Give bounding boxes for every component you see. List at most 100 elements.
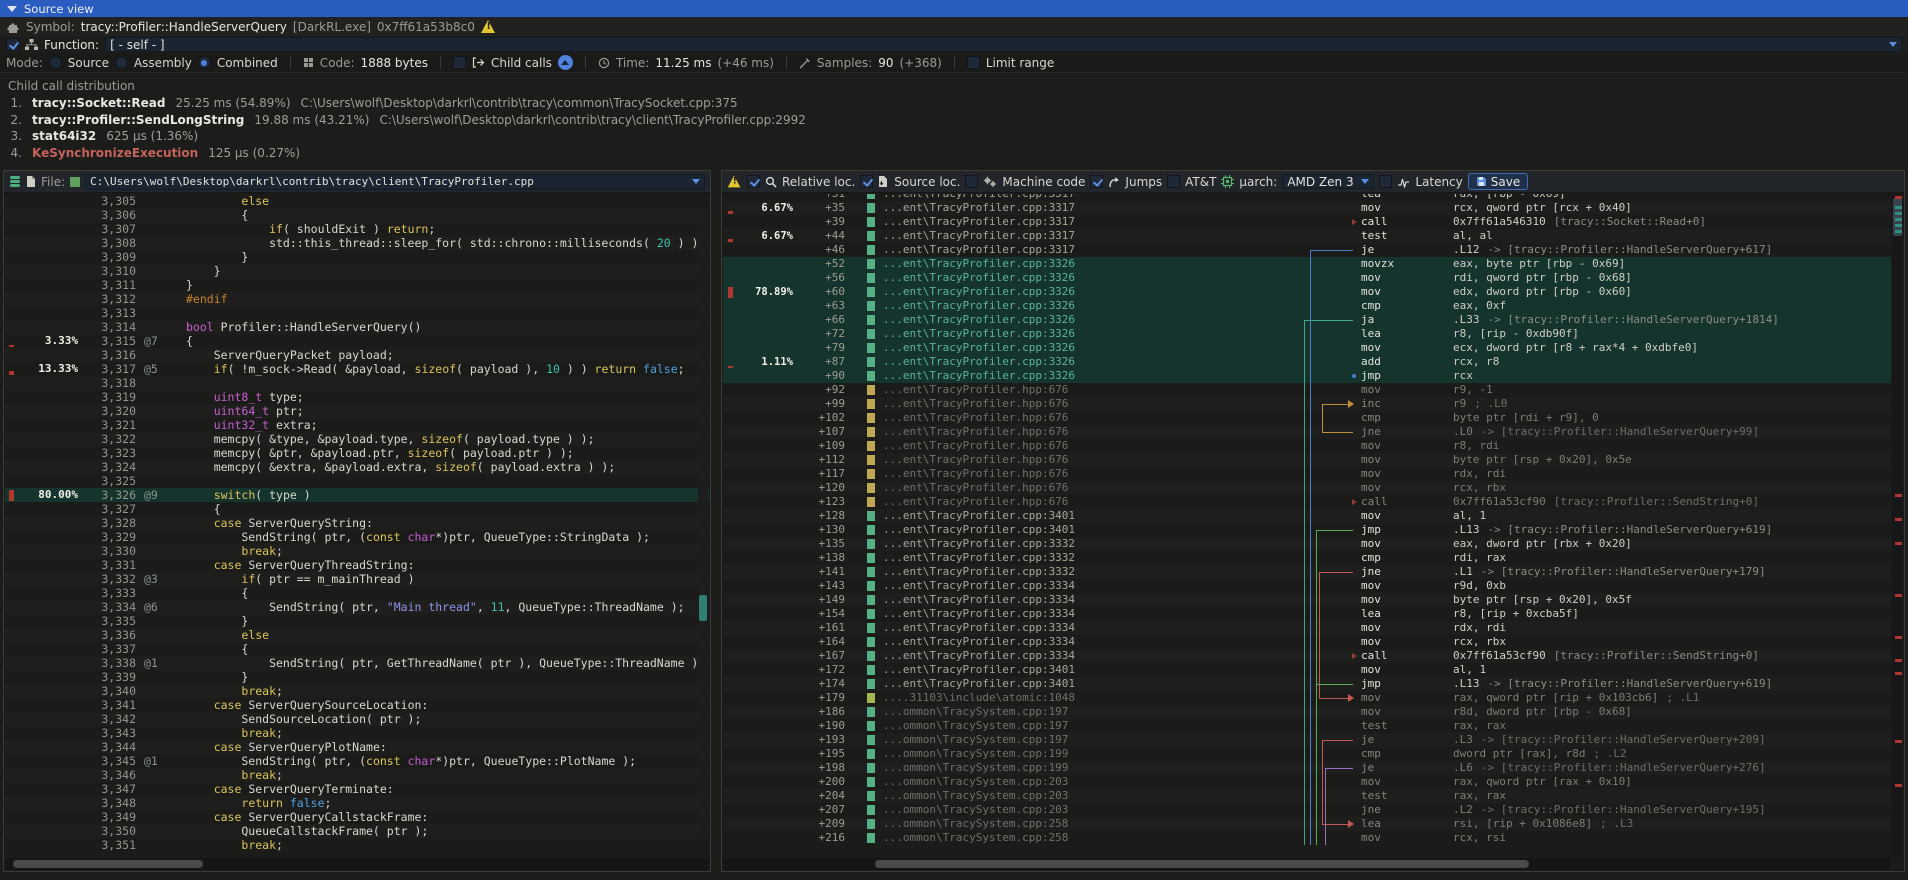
assembly-row[interactable]: +31...ent\TracyProfiler.cpp:3317leardx, … [723,194,1891,201]
function-combo[interactable]: [ - self - ] [105,37,1902,52]
source-line[interactable]: 3,350 QueueCallstackFrame( ptr ); [5,824,709,838]
machine-code-label[interactable]: Machine code [1002,175,1085,189]
assembly-row[interactable]: +128...ent\TracyProfiler.cpp:3401moval, … [723,509,1891,523]
source-line[interactable]: 3,321 uint32_t extra; [5,418,709,432]
source-line[interactable]: 3,328 case ServerQueryString: [5,516,709,530]
assembly-row[interactable]: +149...ent\TracyProfiler.cpp:3334movbyte… [723,593,1891,607]
source-horizontal-scrollbar[interactable] [5,858,709,870]
source-line[interactable]: 3,306 { [5,208,709,222]
source-line[interactable]: 3,325 [5,474,709,488]
function-checkbox[interactable] [6,38,19,51]
source-line[interactable]: 3.33%3,315@7{ [5,334,709,348]
source-line[interactable]: 80.00%3,326@9 switch( type ) [5,488,709,502]
source-line[interactable]: 3,319 uint8_t type; [5,390,709,404]
assembly-row[interactable]: +207...ommon\TracySystem.cpp:203jne.L2->… [723,803,1891,817]
file-combo[interactable]: C:\Users\wolf\Desktop\darkrl\contrib\tra… [85,174,705,190]
assembly-row[interactable]: +138...ent\TracyProfiler.cpp:3332cmprdi,… [723,551,1891,565]
source-line[interactable]: 3,332@3 if( ptr == m_mainThread ) [5,572,709,586]
assembly-row[interactable]: +186...ommon\TracySystem.cpp:197movr8d, … [723,705,1891,719]
source-line[interactable]: 3,333 { [5,586,709,600]
title-bar[interactable]: Source view [0,0,1908,17]
source-line[interactable]: 3,312#endif [5,292,709,306]
assembly-row[interactable]: +164...ent\TracyProfiler.cpp:3334movrcx,… [723,635,1891,649]
collapse-icon[interactable] [7,6,17,12]
assembly-row[interactable]: +172...ent\TracyProfiler.cpp:3401moval, … [723,663,1891,677]
assembly-row[interactable]: +167...ent\TracyProfiler.cpp:3334call0x7… [723,649,1891,663]
assembly-row[interactable]: +190...ommon\TracySystem.cpp:197testrax,… [723,719,1891,733]
latency-checkbox[interactable] [1379,175,1392,188]
source-code-area[interactable]: 3,305 else3,306 {3,307 if( shouldExit ) … [5,194,709,854]
assembly-row[interactable]: +209...ommon\TracySystem.cpp:258learsi, … [723,817,1891,831]
limit-range-checkbox[interactable] [967,56,980,69]
assembly-row[interactable]: +204...ommon\TracySystem.cpp:203testrax,… [723,789,1891,803]
source-loc-label[interactable]: Source loc. [894,175,960,189]
source-line[interactable]: 3,331 case ServerQueryThreadString: [5,558,709,572]
assembly-row[interactable]: +72...ent\TracyProfiler.cpp:3326lear8, [… [723,327,1891,341]
assembly-row[interactable]: +141...ent\TracyProfiler.cpp:3332jne.L1-… [723,565,1891,579]
source-line[interactable]: 3,314bool Profiler::HandleServerQuery() [5,320,709,334]
assembly-row[interactable]: +79...ent\TracyProfiler.cpp:3326movecx, … [723,341,1891,355]
relative-loc-label[interactable]: Relative loc. [782,175,855,189]
source-line[interactable]: 3,337 { [5,642,709,656]
assembly-vertical-scrollbar[interactable] [1892,194,1903,857]
source-line[interactable]: 3,342 SendSourceLocation( ptr ); [5,712,709,726]
assembly-row[interactable]: +117...ent\TracyProfiler.hpp:676movrdx, … [723,467,1891,481]
source-line[interactable]: 3,344 case ServerQueryPlotName: [5,740,709,754]
assembly-row[interactable]: +107...ent\TracyProfiler.hpp:676jne.L0->… [723,425,1891,439]
assembly-row[interactable]: +120...ent\TracyProfiler.hpp:676movrcx, … [723,481,1891,495]
assembly-row[interactable]: +130...ent\TracyProfiler.cpp:3401jmp.L13… [723,523,1891,537]
child-call-row[interactable]: 2.tracy::Profiler::SendLongString19.88 m… [8,112,1900,129]
child-call-row[interactable]: 3.stat64i32625 μs (1.36%) [8,128,1900,145]
source-line[interactable]: 13.33%3,317@5 if( !m_sock->Read( &payloa… [5,362,709,376]
assembly-row[interactable]: +198...ommon\TracySystem.cpp:199je.L6-> … [723,761,1891,775]
assembly-row[interactable]: +66...ent\TracyProfiler.cpp:3326ja.L33->… [723,313,1891,327]
assembly-row[interactable]: +46...ent\TracyProfiler.cpp:3317je.L12->… [723,243,1891,257]
assembly-row[interactable]: +102...ent\TracyProfiler.hpp:676cmpbyte … [723,411,1891,425]
assembly-row[interactable]: +63...ent\TracyProfiler.cpp:3326cmpeax, … [723,299,1891,313]
jumps-label[interactable]: Jumps [1125,175,1162,189]
assembly-hscroll-thumb[interactable] [875,860,1529,868]
child-calls-checkbox[interactable] [453,56,466,69]
assembly-row[interactable]: +193...ommon\TracySystem.cpp:197je.L3-> … [723,733,1891,747]
assembly-row[interactable]: +161...ent\TracyProfiler.cpp:3334movrdx,… [723,621,1891,635]
source-line[interactable]: 3,309 } [5,250,709,264]
assembly-row[interactable]: 6.67%+44...ent\TracyProfiler.cpp:3317tes… [723,229,1891,243]
source-line[interactable]: 3,310 } [5,264,709,278]
assembly-row[interactable]: +39...ent\TracyProfiler.cpp:3317call0x7f… [723,215,1891,229]
assembly-row[interactable]: +174...ent\TracyProfiler.cpp:3401jmp.L13… [723,677,1891,691]
assembly-row[interactable]: +52...ent\TracyProfiler.cpp:3326movzxeax… [723,257,1891,271]
source-line[interactable]: 3,307 if( shouldExit ) return; [5,222,709,236]
source-line[interactable]: 3,348 return false; [5,796,709,810]
jumps-checkbox[interactable] [1090,175,1103,188]
source-line[interactable]: 3,327 { [5,502,709,516]
latency-label[interactable]: Latency [1415,175,1462,189]
assembly-row[interactable]: +135...ent\TracyProfiler.cpp:3332moveax,… [723,537,1891,551]
mode-source-label[interactable]: Source [68,56,109,70]
source-line[interactable]: 3,345@1 SendString( ptr, (const char*)pt… [5,754,709,768]
child-calls-up-button[interactable] [558,55,573,70]
assembly-row[interactable]: +112...ent\TracyProfiler.hpp:676movbyte … [723,453,1891,467]
source-line[interactable]: 3,336 else [5,628,709,642]
mode-combined-radio[interactable] [198,56,211,69]
assembly-row[interactable]: +216...ommon\TracySystem.cpp:258movrcx, … [723,831,1891,845]
assembly-row[interactable]: +200...ommon\TracySystem.cpp:203movrax, … [723,775,1891,789]
mode-source-radio[interactable] [49,56,62,69]
source-line[interactable]: 3,322 memcpy( &type, &payload.type, size… [5,432,709,446]
att-label[interactable]: AT&T [1185,175,1216,189]
assembly-row[interactable]: +154...ent\TracyProfiler.cpp:3334lear8, … [723,607,1891,621]
save-button[interactable]: Save [1468,173,1528,190]
source-line[interactable]: 3,330 break; [5,544,709,558]
child-call-row[interactable]: 4.KeSynchronizeExecution125 μs (0.27%) [8,145,1900,162]
source-line[interactable]: 3,347 case ServerQueryTerminate: [5,782,709,796]
assembly-row[interactable]: +90...ent\TracyProfiler.cpp:3326jmprcx [723,369,1891,383]
source-line[interactable]: 3,329 SendString( ptr, (const char*)ptr,… [5,530,709,544]
child-call-row[interactable]: 1.tracy::Socket::Read25.25 ms (54.89%)C:… [8,95,1900,112]
assembly-row[interactable]: +195...ommon\TracySystem.cpp:199cmpdword… [723,747,1891,761]
source-line[interactable]: 3,324 memcpy( &extra, &payload.extra, si… [5,460,709,474]
source-line[interactable]: 3,343 break; [5,726,709,740]
source-line[interactable]: 3,339 } [5,670,709,684]
source-line[interactable]: 3,305 else [5,194,709,208]
machine-code-checkbox[interactable] [965,175,978,188]
mode-combined-label[interactable]: Combined [217,56,278,70]
source-line[interactable]: 3,313 [5,306,709,320]
